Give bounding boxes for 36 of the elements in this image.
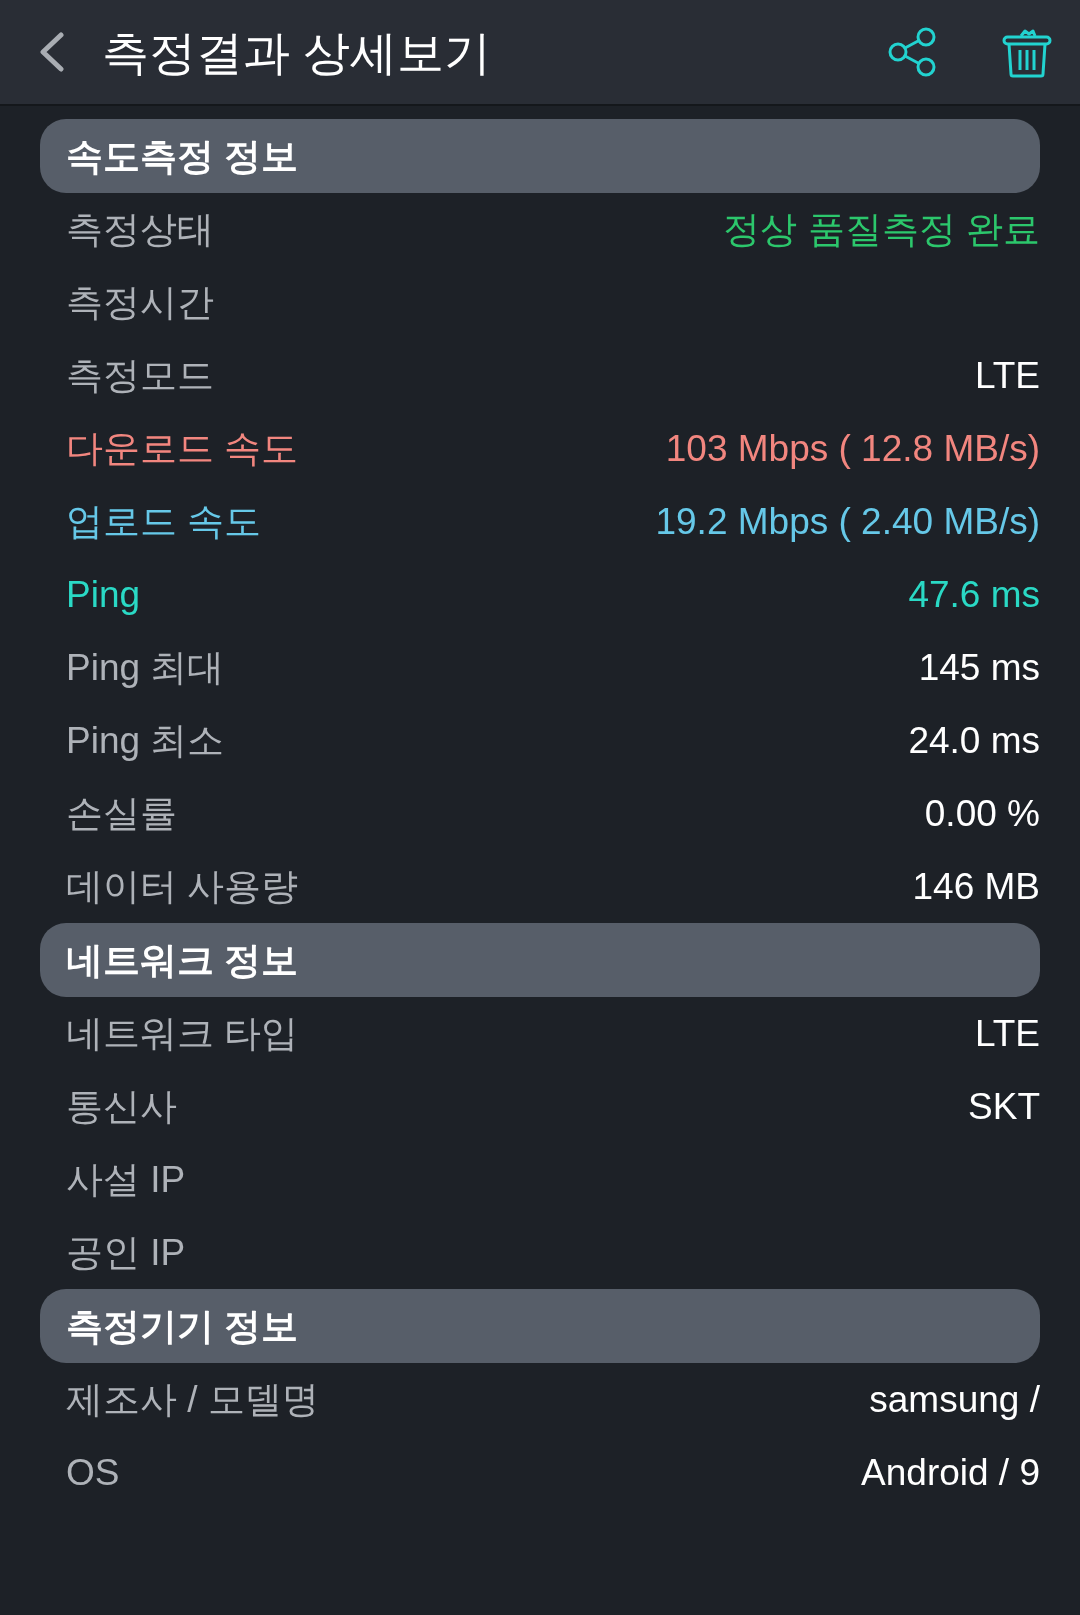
row-value: LTE [974, 1015, 1040, 1052]
row-label: 데이터 사용량 [66, 868, 299, 905]
row-value: LTE [974, 357, 1040, 394]
section-header: 측정기기 정보 [40, 1289, 1040, 1363]
section-header: 네트워크 정보 [40, 923, 1040, 997]
row-label: Ping 최소 [66, 722, 225, 759]
row-value: Android / 9 [861, 1454, 1040, 1491]
share-button[interactable] [886, 26, 938, 78]
row-label: 다운로드 속도 [66, 430, 299, 467]
row-value: 정상 품질측정 완료 [723, 211, 1040, 248]
row-label: 측정모드 [66, 357, 214, 394]
row-value: 146 MB [912, 868, 1040, 905]
row-label: 통신사 [66, 1088, 177, 1125]
row-value: 19.2 Mbps ( 2.40 MB/s) [655, 503, 1040, 540]
row-label: 손실률 [66, 795, 177, 832]
row-label: 업로드 속도 [66, 503, 262, 540]
row-label: 측정상태 [66, 211, 214, 248]
row-label: 제조사 / 모델명 [66, 1381, 319, 1418]
row-label: 공인 IP [66, 1234, 186, 1271]
row-value: 47.6 ms [908, 576, 1040, 613]
back-icon [39, 32, 65, 72]
row-value: 103 Mbps ( 12.8 MB/s) [665, 430, 1040, 467]
section-header: 속도측정 정보 [40, 119, 1040, 193]
row-value: samsung / [869, 1381, 1040, 1418]
row-label: 네트워크 타입 [66, 1015, 299, 1052]
row-value: 0.00 % [924, 795, 1040, 832]
row-label: 측정시간 [66, 284, 214, 321]
row-label: 사설 IP [66, 1161, 186, 1198]
row-value: SKT [968, 1088, 1040, 1125]
screen-title: 측정결과 상세보기 [102, 28, 492, 76]
share-icon [887, 27, 937, 77]
row-value: 145 ms [918, 649, 1040, 686]
row-label: OS [66, 1454, 120, 1491]
row-label: Ping 최대 [66, 649, 225, 686]
row-value: 24.0 ms [908, 722, 1040, 759]
row-label: Ping [66, 576, 141, 613]
